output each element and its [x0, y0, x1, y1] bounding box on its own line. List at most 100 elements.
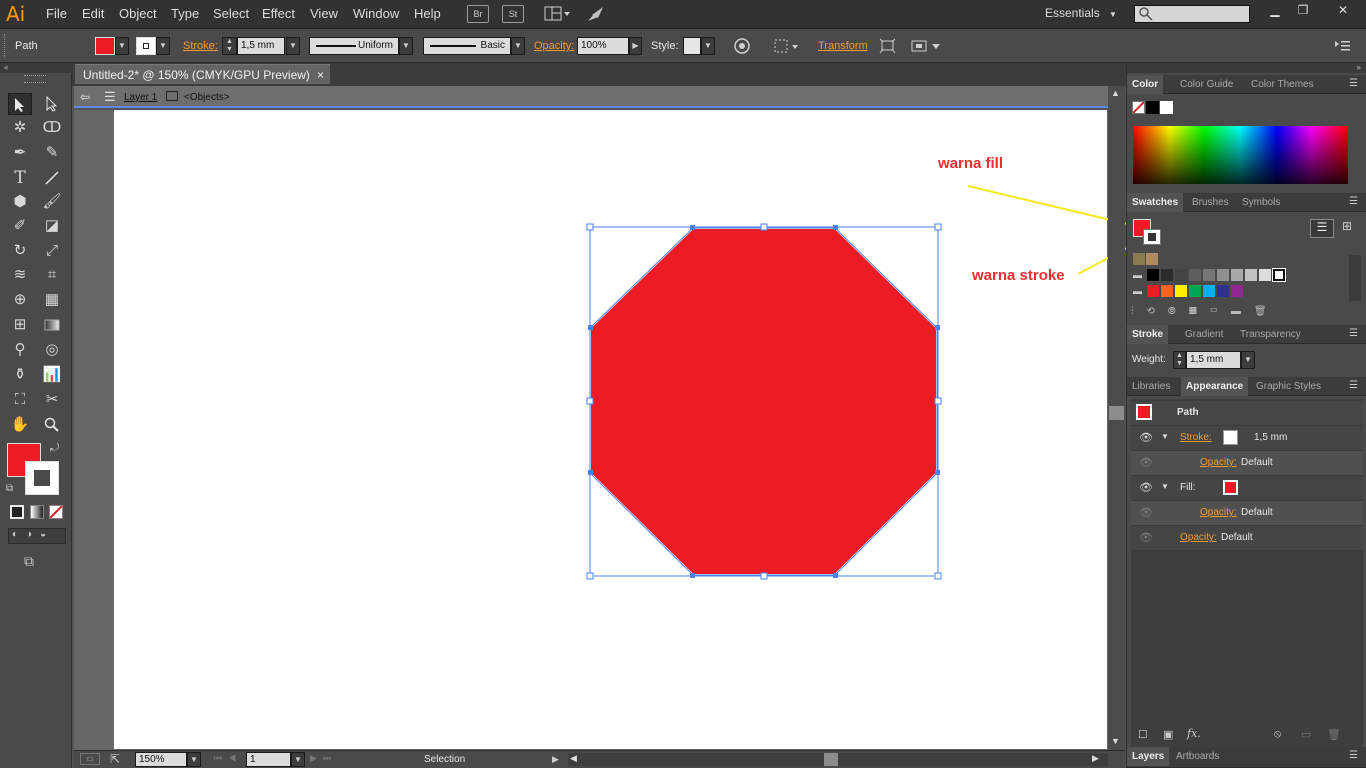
zoom-field[interactable]: 150%	[135, 752, 187, 767]
gradient-tool[interactable]	[40, 314, 64, 336]
selection-tool[interactable]	[8, 93, 32, 115]
delete-item-icon[interactable]: 🗑	[1327, 728, 1341, 741]
appearance-stroke-row[interactable]: 👁 ▼ Stroke: 1,5 mm	[1131, 426, 1363, 451]
gpu-icon[interactable]: ▭	[80, 753, 100, 765]
scroll-left-icon[interactable]: ◀	[570, 753, 577, 764]
draw-modes[interactable]: ◐◑◒	[8, 528, 66, 544]
weight-field[interactable]: 1,5 mm	[1186, 351, 1241, 369]
color-swatch[interactable]	[1147, 285, 1159, 297]
anchor-point[interactable]	[588, 470, 593, 475]
transform-link[interactable]: Transform	[818, 40, 868, 52]
none-mode-button[interactable]	[49, 505, 63, 519]
panel-menu-icon[interactable]: ☰	[1349, 196, 1358, 207]
blend-tool[interactable]: ◎	[40, 339, 64, 361]
tools-grip[interactable]	[24, 75, 46, 83]
rotate-tool[interactable]: ↻	[8, 240, 32, 262]
new-swatch-icon[interactable]: ▭	[1210, 306, 1231, 317]
color-spectrum[interactable]	[1133, 126, 1348, 184]
perspective-grid-tool[interactable]: ▦	[40, 289, 64, 311]
profile-dropdown[interactable]: ▼	[399, 37, 413, 55]
color-swatch[interactable]	[1272, 268, 1286, 282]
column-graph-tool[interactable]: 📊	[40, 364, 64, 386]
shape-tool[interactable]: ⬢	[8, 191, 32, 213]
free-transform-tool[interactable]: ⌗	[40, 264, 64, 286]
menu-effect[interactable]: Effect	[262, 6, 295, 21]
anchor-point[interactable]	[690, 573, 695, 578]
tab-layers[interactable]: Layers	[1127, 747, 1170, 766]
scroll-up-icon[interactable]: ▲	[1111, 88, 1120, 98]
menu-object[interactable]: Object	[119, 6, 157, 21]
tab-stroke[interactable]: Stroke	[1127, 325, 1169, 344]
artboard-nav-prev[interactable]: ⏮◀	[214, 753, 242, 764]
panel-menu-icon[interactable]: ☰	[1349, 750, 1358, 761]
scale-tool[interactable]: ⤢	[40, 240, 64, 262]
close-document-icon[interactable]: ×	[317, 68, 324, 82]
weight-stepper[interactable]: ▲ ▼	[1173, 351, 1186, 369]
octagon-shape[interactable]	[589, 227, 938, 576]
fill-dropdown[interactable]: ▼	[115, 37, 129, 55]
handle-top-middle[interactable]	[760, 223, 768, 231]
swatches-stroke-indicator[interactable]	[1143, 229, 1161, 245]
handle-bottom-right[interactable]	[934, 572, 942, 580]
artboard-dropdown[interactable]: ▼	[291, 752, 305, 767]
appearance-fill-opacity-row[interactable]: 👁 Opacity: Default	[1131, 501, 1363, 526]
panel-menu-icon[interactable]: ☰	[1349, 328, 1358, 339]
screen-mode-button[interactable]: ⧉	[24, 553, 34, 570]
stroke-weight-stepper[interactable]: ▲ ▼	[222, 37, 237, 55]
tab-swatches[interactable]: Swatches	[1127, 193, 1184, 212]
tab-transparency[interactable]: Transparency	[1235, 325, 1306, 344]
menu-help[interactable]: Help	[414, 6, 441, 21]
pattern-swatch[interactable]	[1133, 253, 1145, 265]
mesh-tool[interactable]: ⊞	[8, 314, 32, 336]
panel-menu-icon[interactable]: ☰	[1349, 78, 1358, 89]
default-fill-stroke-icon[interactable]: ⧉	[6, 483, 13, 494]
scroll-thumb[interactable]	[1109, 406, 1124, 420]
lasso-tool[interactable]: ↀ	[40, 117, 64, 139]
appearance-stroke-weight[interactable]: 1,5 mm	[1254, 432, 1287, 443]
eye-icon[interactable]: 👁	[1139, 431, 1153, 444]
appearance-header-row[interactable]: Path	[1131, 401, 1363, 426]
shaper-tool[interactable]: ✐	[8, 215, 32, 237]
artboard-tool[interactable]: ⛶	[8, 389, 32, 411]
magic-wand-tool[interactable]: ✲	[8, 117, 32, 139]
expand-triangle-icon[interactable]: ▼	[1161, 432, 1169, 441]
tab-artboards[interactable]: Artboards	[1171, 747, 1224, 766]
document-tab[interactable]: Untitled-2* @ 150% (CMYK/GPU Preview) ×	[75, 64, 330, 84]
color-swatch[interactable]	[1203, 285, 1215, 297]
duplicate-item-icon[interactable]: ▭	[1301, 728, 1311, 741]
stroke-label[interactable]: Stroke:	[183, 40, 218, 52]
back-arrow-icon[interactable]: ⇦	[80, 90, 90, 104]
anchor-point[interactable]	[588, 325, 593, 330]
gradient-mode-button[interactable]	[30, 505, 44, 519]
tab-libraries[interactable]: Libraries	[1127, 377, 1175, 396]
color-swatch[interactable]	[1231, 269, 1243, 281]
h-scroll-thumb[interactable]	[824, 753, 838, 766]
appearance-object-opacity-row[interactable]: 👁 Opacity: Default	[1131, 526, 1363, 551]
slice-tool[interactable]: ✂	[40, 389, 64, 411]
black-swatch[interactable]	[1146, 101, 1159, 114]
control-panel-menu-button[interactable]	[1334, 39, 1352, 53]
new-group-icon[interactable]: ▬	[1231, 306, 1254, 317]
opacity-label[interactable]: Opacity:	[534, 40, 574, 52]
collapse-panels-icon[interactable]: »	[1127, 63, 1366, 73]
breadcrumb-layer[interactable]: Layer 1	[124, 92, 157, 103]
arrange-documents-button[interactable]	[544, 6, 572, 22]
tab-color-themes[interactable]: Color Themes	[1246, 75, 1319, 94]
bridge-button[interactable]: Br	[467, 5, 489, 23]
line-segment-tool[interactable]	[40, 167, 64, 189]
stroke-weight-field[interactable]: 1,5 mm	[237, 37, 285, 55]
handle-top-right[interactable]	[934, 223, 942, 231]
swatch-options-icon[interactable]: ⦾	[1168, 306, 1189, 317]
color-swatch[interactable]	[1147, 269, 1159, 281]
menu-view[interactable]: View	[310, 6, 338, 21]
align-options-button[interactable]	[910, 37, 944, 55]
object-opacity-label[interactable]: Opacity:	[1180, 532, 1217, 543]
appearance-stroke-swatch[interactable]	[1223, 430, 1238, 445]
opacity-arrow[interactable]: ▶	[629, 37, 642, 55]
swap-fill-stroke-icon[interactable]: ⤾	[50, 442, 59, 455]
color-swatch[interactable]	[1189, 285, 1201, 297]
color-swatch[interactable]	[1161, 285, 1173, 297]
zoom-tool[interactable]	[40, 414, 64, 436]
grip-handle[interactable]	[4, 34, 6, 58]
curvature-tool[interactable]: ✎	[40, 142, 64, 164]
